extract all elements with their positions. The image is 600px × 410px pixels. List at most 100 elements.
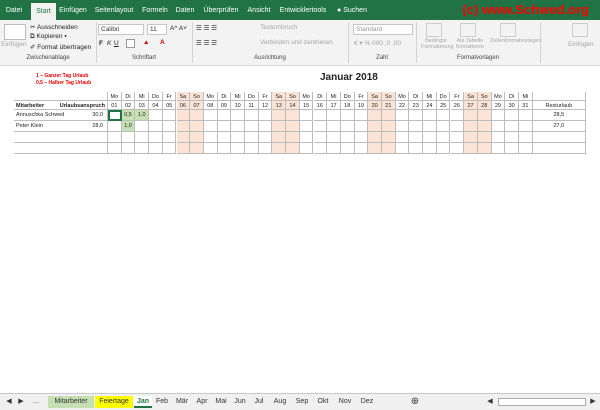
tab-start[interactable]: Start — [31, 3, 56, 20]
cut-button[interactable]: ✂ Ausschneiden — [30, 23, 78, 31]
day-cell[interactable] — [286, 143, 300, 154]
day-cell[interactable] — [477, 110, 492, 121]
sheet-tab-feiertage[interactable]: Feiertage — [95, 396, 133, 408]
conditional-format-button[interactable]: Bedingte Formatierung — [421, 38, 454, 50]
day-cell[interactable] — [176, 132, 191, 143]
day-cell[interactable]: 1,0 — [121, 121, 136, 132]
day-cell[interactable] — [190, 121, 204, 132]
day-cell[interactable] — [272, 143, 287, 154]
day-cell[interactable] — [135, 121, 150, 132]
day-cell[interactable] — [436, 132, 451, 143]
day-cell[interactable] — [313, 132, 328, 143]
tab-einfuegen[interactable]: Einfügen — [58, 4, 88, 18]
day-cell[interactable] — [354, 110, 369, 121]
sheet-tab-aug[interactable]: Aug — [269, 396, 291, 408]
day-cell[interactable] — [340, 143, 355, 154]
day-cell[interactable] — [313, 121, 328, 132]
day-cell[interactable] — [313, 143, 328, 154]
day-cell[interactable] — [203, 143, 218, 154]
day-cell[interactable] — [327, 121, 341, 132]
employee-cell[interactable]: Annuschka Schwed 30,0 — [14, 110, 108, 121]
border-icon[interactable] — [126, 39, 135, 48]
day-cell[interactable] — [286, 110, 300, 121]
day-cell[interactable] — [450, 110, 465, 121]
format-painter-button[interactable]: ✐ Format übertragen — [30, 43, 91, 51]
scroll-left-icon[interactable]: ◀ — [4, 396, 14, 408]
tab-ueberpruefen[interactable]: Überprüfen — [200, 4, 242, 18]
align-left-icon[interactable]: ☰ ☰ ☰ — [196, 39, 217, 47]
day-cell[interactable] — [368, 121, 382, 132]
day-cell[interactable] — [409, 121, 424, 132]
day-cell[interactable] — [327, 143, 341, 154]
sheet-tab-nov[interactable]: Nov — [334, 396, 356, 408]
day-cell[interactable] — [272, 110, 287, 121]
day-cell[interactable] — [149, 132, 163, 143]
day-cell[interactable] — [231, 132, 245, 143]
day-cell[interactable] — [108, 110, 122, 121]
tab-suchen[interactable]: ● Suchen — [333, 4, 371, 18]
day-cell[interactable]: 0,5 — [121, 110, 136, 121]
day-cell[interactable] — [491, 132, 506, 143]
day-cell[interactable] — [450, 132, 465, 143]
day-cell[interactable] — [409, 110, 424, 121]
sheet-tab-jun[interactable]: Jun — [231, 396, 249, 408]
day-cell[interactable] — [217, 110, 232, 121]
sheet-tab-apr[interactable]: Apr — [193, 396, 211, 408]
day-cell[interactable] — [423, 132, 437, 143]
day-cell[interactable] — [450, 143, 465, 154]
day-cell[interactable] — [135, 132, 150, 143]
day-cell[interactable] — [121, 132, 136, 143]
add-sheet-icon[interactable]: ⊕ — [410, 396, 420, 408]
tab-ansicht[interactable]: Ansicht — [244, 4, 274, 18]
day-cell[interactable] — [135, 143, 150, 154]
font-size-select[interactable]: 11 — [147, 24, 167, 35]
day-cell[interactable] — [519, 121, 533, 132]
day-cell[interactable] — [464, 121, 478, 132]
sheet-tab-mär[interactable]: Mär — [172, 396, 192, 408]
tab-seitenlayout[interactable]: Seitenlayout — [91, 4, 137, 18]
day-cell[interactable] — [286, 121, 300, 132]
day-cell[interactable] — [162, 132, 177, 143]
tab-entwicklertools[interactable]: Entwicklertools — [277, 4, 329, 18]
sheet-tab-dez[interactable]: Dez — [357, 396, 377, 408]
day-cell[interactable] — [395, 110, 410, 121]
tab-daten[interactable]: Daten — [172, 4, 198, 18]
fill-color-icon[interactable]: ▲ — [143, 39, 149, 46]
day-cell[interactable] — [327, 110, 341, 121]
underline-button[interactable]: U — [114, 40, 119, 47]
font-color-icon[interactable]: A — [160, 39, 165, 46]
day-cell[interactable] — [149, 143, 163, 154]
align-top-icon[interactable]: ☰ ☰ ☰ — [196, 24, 217, 32]
day-cell[interactable] — [395, 132, 410, 143]
day-cell[interactable] — [203, 132, 218, 143]
day-cell[interactable] — [354, 143, 369, 154]
bold-button[interactable]: F — [99, 40, 103, 47]
day-cell[interactable] — [327, 132, 341, 143]
day-cell[interactable] — [519, 110, 533, 121]
day-cell[interactable] — [245, 143, 259, 154]
day-cell[interactable] — [203, 121, 218, 132]
day-cell[interactable] — [382, 110, 396, 121]
day-cell[interactable] — [258, 132, 273, 143]
day-cell[interactable] — [464, 132, 478, 143]
day-cell[interactable] — [436, 110, 451, 121]
day-cell[interactable] — [299, 110, 314, 121]
sheet-tab-mitarbeiter[interactable]: Mitarbeiter — [48, 396, 94, 408]
day-cell[interactable] — [258, 110, 273, 121]
day-cell[interactable] — [231, 143, 245, 154]
day-cell[interactable] — [436, 121, 451, 132]
day-cell[interactable] — [149, 110, 163, 121]
hscroll-right-icon[interactable]: ▶ — [589, 396, 597, 408]
rest-value[interactable] — [532, 143, 586, 154]
day-cell[interactable] — [272, 132, 287, 143]
day-cell[interactable] — [477, 143, 492, 154]
day-cell[interactable] — [272, 121, 287, 132]
day-cell[interactable] — [245, 121, 259, 132]
day-cell[interactable] — [190, 132, 204, 143]
day-cell[interactable] — [121, 143, 136, 154]
employee-cell[interactable] — [14, 132, 108, 143]
day-cell[interactable] — [203, 110, 218, 121]
sheet-tab-jan[interactable]: Jan — [134, 396, 152, 408]
day-cell[interactable] — [108, 143, 122, 154]
day-cell[interactable] — [176, 143, 191, 154]
